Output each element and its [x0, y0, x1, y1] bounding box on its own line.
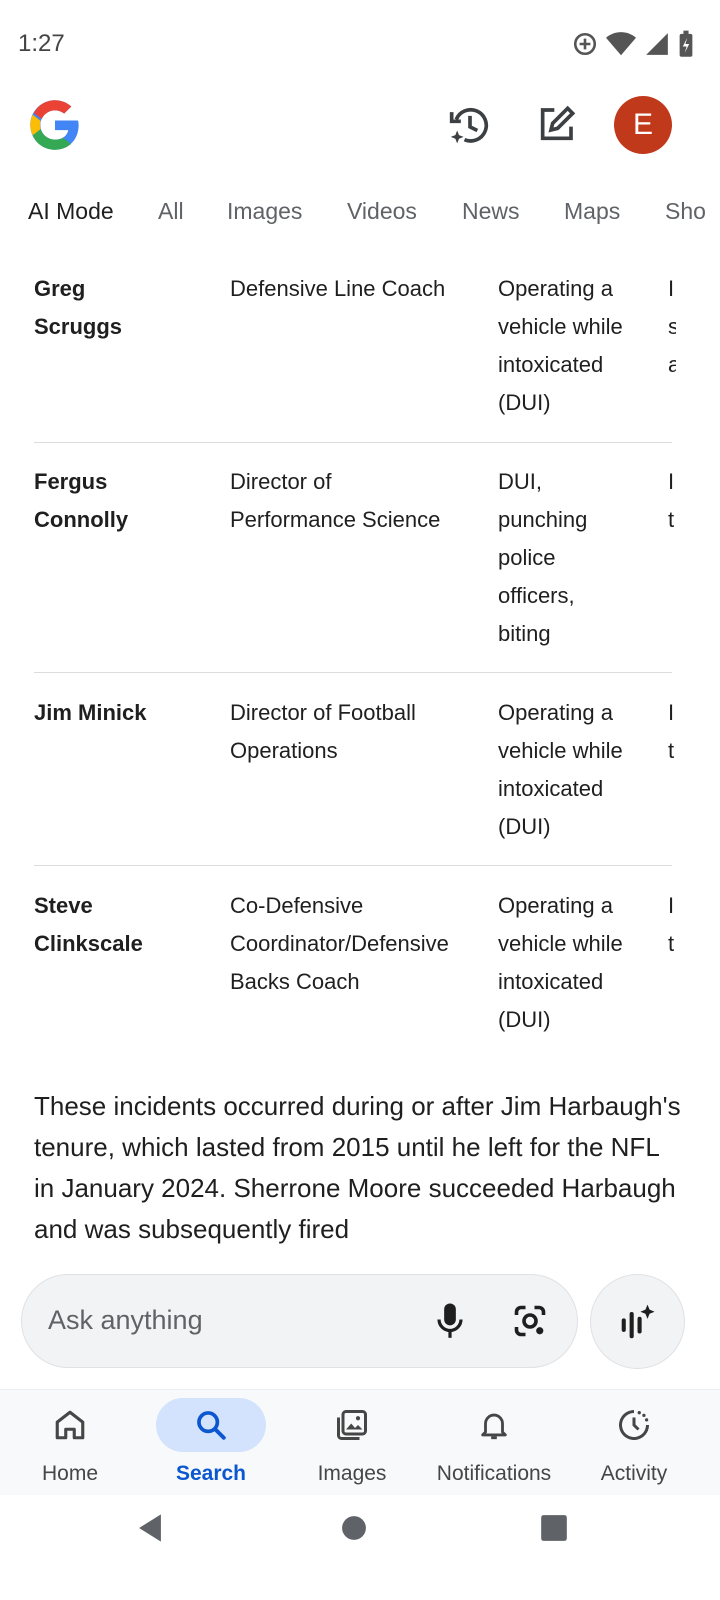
- new-chat-button[interactable]: [528, 97, 584, 153]
- issue-cell: Operating a vehicle while intoxicated (DUI): [498, 276, 623, 415]
- nav-activity[interactable]: Activity: [564, 1398, 704, 1486]
- status-time: 1:27: [18, 30, 65, 57]
- tab-shopping[interactable]: Sho: [665, 198, 706, 225]
- bell-icon: [481, 1413, 507, 1440]
- tab-maps[interactable]: Maps: [564, 198, 620, 225]
- nav-activity-label: Activity: [600, 1462, 668, 1485]
- search-icon: [197, 1411, 226, 1440]
- voice-search-button[interactable]: [426, 1297, 474, 1345]
- system-nav-bar: [0, 1495, 720, 1600]
- battery-icon: [679, 30, 693, 57]
- top-actions: E: [442, 96, 672, 154]
- summary-paragraph: These incidents occurred during or after…: [34, 1091, 681, 1244]
- activity-icon: [619, 1410, 649, 1440]
- nav-search-label: Search: [175, 1462, 247, 1485]
- lens-camera-icon: [514, 1305, 546, 1337]
- signal-icon: [646, 33, 668, 55]
- row-divider: [34, 865, 672, 866]
- home-icon: [55, 1410, 85, 1440]
- history-sparkle-icon: [449, 107, 489, 144]
- name-cell: Jim Minick: [34, 700, 147, 725]
- bottom-nav: Home Search Images Notifications Activit…: [0, 1389, 720, 1495]
- status-bar: 1:27: [0, 0, 720, 88]
- ask-placeholder: Ask anything: [48, 1305, 203, 1335]
- role-cell: Defensive Line Coach: [230, 276, 446, 301]
- live-voice-button[interactable]: [590, 1274, 685, 1369]
- status-icons: [572, 30, 694, 58]
- mic-icon: [437, 1303, 463, 1338]
- nav-images-label: Images: [317, 1462, 387, 1485]
- edit-icon: [540, 105, 576, 141]
- lens-button[interactable]: [506, 1297, 554, 1345]
- row-divider: [34, 442, 672, 443]
- role-cell: Co-Defensive Coordinator/Defensive Backs C…: [230, 893, 449, 994]
- tab-news[interactable]: News: [462, 198, 520, 225]
- name-cell: Fergus Connolly: [34, 469, 129, 532]
- recents-icon[interactable]: [540, 1513, 568, 1543]
- tab-ai-mode[interactable]: AI Mode: [28, 198, 114, 225]
- nav-search[interactable]: Search: [141, 1398, 281, 1486]
- name-cell: Greg Scruggs: [34, 276, 123, 339]
- nav-home[interactable]: Home: [0, 1398, 140, 1486]
- name-cell: Steve Clinkscale: [34, 893, 143, 956]
- clipped-cell: It: [668, 700, 675, 763]
- home-circle-icon[interactable]: [341, 1513, 367, 1543]
- wifi-icon: [606, 32, 636, 56]
- images-icon: [337, 1410, 367, 1440]
- tab-videos[interactable]: Videos: [347, 198, 417, 225]
- issue-cell: Operating a vehicle while intoxicated (DUI): [498, 893, 623, 1032]
- ask-input[interactable]: Ask anything: [21, 1274, 578, 1368]
- issue-cell: DUI, punching police officers, biting: [498, 469, 588, 646]
- nav-notifications[interactable]: Notifications: [424, 1398, 564, 1486]
- clipped-cell: It: [668, 469, 675, 532]
- top-bar: E: [0, 90, 720, 162]
- search-tabs: AI Mode All Images Videos News Maps Sho: [0, 190, 720, 236]
- clipped-cell: Isa: [668, 276, 676, 377]
- data-saver-icon: [573, 32, 597, 56]
- history-button[interactable]: [442, 97, 498, 153]
- clipped-cell: It: [668, 893, 675, 956]
- nav-home-label: Home: [41, 1462, 99, 1485]
- tab-images[interactable]: Images: [227, 198, 302, 225]
- back-icon[interactable]: [136, 1513, 164, 1543]
- role-cell: Director of Performance Science: [230, 469, 441, 532]
- nav-images[interactable]: Images: [282, 1398, 422, 1486]
- google-logo[interactable]: [28, 98, 82, 152]
- avatar[interactable]: E: [614, 96, 672, 154]
- nav-notifications-label: Notifications: [436, 1462, 552, 1485]
- role-cell: Director of Football Operations: [230, 700, 416, 763]
- tab-all[interactable]: All: [158, 198, 184, 225]
- row-divider: [34, 672, 672, 673]
- voice-sparkle-icon: [621, 1304, 655, 1338]
- issue-cell: Operating a vehicle while intoxicated (DUI): [498, 700, 623, 839]
